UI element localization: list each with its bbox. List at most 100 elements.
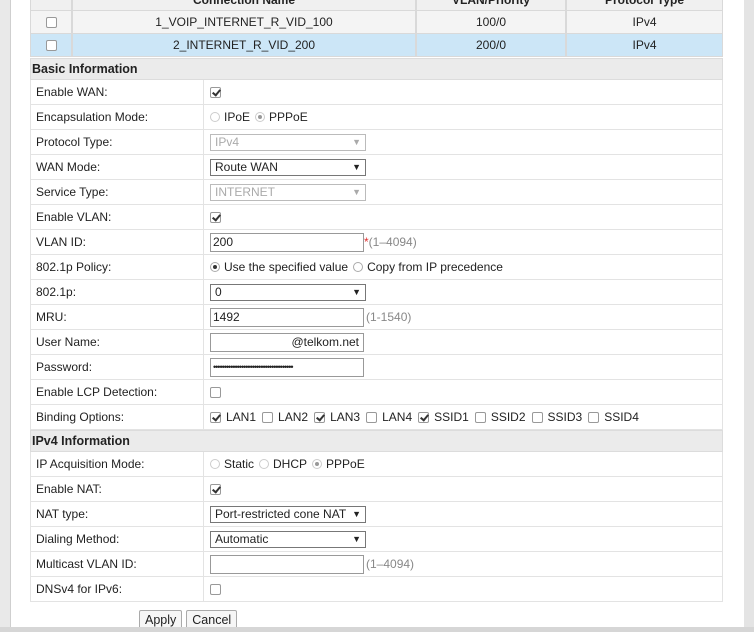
vlan-priority-cell: 200/0 — [416, 34, 566, 57]
pppoe-acquisition-radio[interactable] — [312, 459, 323, 469]
pppoe-acquisition-label: PPPoE — [326, 457, 365, 471]
wan-mode-select[interactable]: Route WAN ▼ — [210, 158, 366, 176]
copy-from-ip-precedence-radio[interactable] — [353, 262, 364, 272]
label-enable-lcp-detection: Enable LCP Detection: — [31, 380, 204, 404]
mru-input[interactable]: 1492 — [210, 307, 364, 327]
binding-ssid4-checkbox[interactable] — [588, 411, 600, 423]
binding-ssid2-checkbox[interactable] — [474, 411, 486, 423]
label-multicast-vlan-id: Multicast VLAN ID: — [31, 552, 204, 576]
row-enable-lcp-detection: Enable LCP Detection: — [30, 380, 723, 405]
static-radio[interactable] — [210, 459, 220, 469]
binding-lan3-checkbox[interactable] — [314, 411, 326, 423]
chevron-down-icon: ▼ — [352, 287, 361, 297]
header-select-cell — [30, 0, 72, 11]
password-input[interactable]: ••••••••••••••••••••••••••••••••••••• — [210, 357, 364, 377]
label-binding-options: Binding Options: — [31, 405, 204, 429]
row-service-type: Service Type: INTERNET ▼ — [30, 180, 723, 205]
row-8021p: 802.1p: 0 ▼ — [30, 280, 723, 305]
section-ipv4-information: IPv4 Information — [30, 430, 723, 452]
enable-vlan-checkbox[interactable] — [210, 211, 221, 223]
binding-lan2-label: LAN2 — [278, 410, 309, 424]
connection-name-cell[interactable]: 2_INTERNET_R_VID_200 — [72, 34, 416, 57]
binding-ssid1-label: SSID1 — [434, 410, 469, 424]
row-wan-mode: WAN Mode: Route WAN ▼ — [30, 155, 723, 180]
label-dialing-method: Dialing Method: — [31, 527, 204, 551]
row-dnsv4-for-ipv6: DNSv4 for IPv6: — [30, 577, 723, 602]
label-protocol-type: Protocol Type: — [31, 130, 204, 154]
label-ip-acquisition-mode: IP Acquisition Mode: — [31, 452, 204, 476]
row-enable-nat: Enable NAT: — [30, 477, 723, 502]
label-dnsv4-for-ipv6: DNSv4 for IPv6: — [31, 577, 204, 601]
connection-table-header: Connection Name VLAN/Priority Protocol T… — [30, 0, 723, 11]
ipoe-label: IPoE — [224, 110, 251, 124]
8021p-select[interactable]: 0 ▼ — [210, 283, 366, 301]
binding-lan4-checkbox[interactable] — [366, 411, 378, 423]
binding-ssid2-label: SSID2 — [490, 410, 526, 424]
label-wan-mode: WAN Mode: — [31, 155, 204, 179]
row-dialing-method: Dialing Method: Automatic ▼ — [30, 527, 723, 552]
binding-ssid3-checkbox[interactable] — [531, 411, 543, 423]
wan-config-form: Basic Information Enable WAN: Encapsulat… — [30, 58, 723, 602]
label-nat-type: NAT type: — [31, 502, 204, 526]
row-ip-acquisition-mode: IP Acquisition Mode: Static DHCP PPPoE — [30, 452, 723, 477]
label-8021p: 802.1p: — [31, 280, 204, 304]
row-multicast-vlan-id: Multicast VLAN ID: (1–4094) — [30, 552, 723, 577]
row-password: Password: ••••••••••••••••••••••••••••••… — [30, 355, 723, 380]
scrollbar-track[interactable] — [744, 0, 754, 632]
nat-type-select[interactable]: Port-restricted cone NAT ▼ — [210, 505, 366, 523]
chevron-down-icon: ▼ — [352, 509, 361, 519]
binding-lan1-label: LAN1 — [226, 410, 257, 424]
header-connection-name: Connection Name — [72, 0, 416, 11]
vlan-id-hint: (1–4094) — [368, 235, 417, 249]
use-specified-value-radio[interactable] — [210, 262, 220, 272]
table-row[interactable]: 1_VOIP_INTERNET_R_VID_100 100/0 IPv4 — [30, 11, 723, 34]
chevron-down-icon: ▼ — [352, 162, 361, 172]
row-nat-type: NAT type: Port-restricted cone NAT ▼ — [30, 502, 723, 527]
user-name-input[interactable]: @telkom.net — [210, 332, 364, 352]
static-label: Static — [224, 457, 255, 471]
connection-name-cell[interactable]: 1_VOIP_INTERNET_R_VID_100 — [72, 11, 416, 34]
label-enable-vlan: Enable VLAN: — [31, 205, 204, 229]
binding-lan1-checkbox[interactable] — [210, 411, 221, 423]
multicast-vlan-id-input[interactable] — [210, 554, 364, 574]
row-enable-wan: Enable WAN: — [30, 80, 723, 105]
mru-hint: (1-1540) — [366, 310, 412, 324]
row-user-name: User Name: @telkom.net — [30, 330, 723, 355]
dialing-method-select[interactable]: Automatic ▼ — [210, 530, 366, 548]
service-type-select[interactable]: INTERNET ▼ — [210, 183, 366, 201]
enable-nat-checkbox[interactable] — [210, 483, 221, 495]
section-basic-information: Basic Information — [30, 58, 723, 80]
row-select-checkbox[interactable] — [45, 39, 57, 51]
enable-lcp-detection-checkbox[interactable] — [210, 386, 221, 398]
binding-ssid3-label: SSID3 — [547, 410, 583, 424]
chevron-down-icon: ▼ — [352, 187, 361, 197]
label-vlan-id: VLAN ID: — [31, 230, 204, 254]
row-enable-vlan: Enable VLAN: — [30, 205, 723, 230]
multicast-vlan-id-hint: (1–4094) — [366, 557, 415, 571]
pppoe-label: PPPoE — [269, 110, 308, 124]
copy-from-ip-precedence-label: Copy from IP precedence — [367, 260, 503, 274]
bottom-edge — [0, 627, 754, 632]
label-encapsulation-mode: Encapsulation Mode: — [31, 105, 204, 129]
chevron-down-icon: ▼ — [352, 137, 361, 147]
binding-ssid4-label: SSID4 — [604, 410, 639, 424]
binding-ssid1-checkbox[interactable] — [418, 411, 430, 423]
row-select-checkbox[interactable] — [45, 16, 57, 28]
pppoe-radio[interactable] — [255, 112, 266, 122]
binding-lan2-checkbox[interactable] — [262, 411, 274, 423]
binding-lan3-label: LAN3 — [330, 410, 361, 424]
table-row-selected[interactable]: 2_INTERNET_R_VID_200 200/0 IPv4 — [30, 34, 723, 57]
label-8021p-policy: 802.1p Policy: — [31, 255, 204, 279]
chevron-down-icon: ▼ — [352, 534, 361, 544]
protocol-type-select[interactable]: IPv4 ▼ — [210, 133, 366, 151]
dnsv4-for-ipv6-checkbox[interactable] — [210, 583, 221, 595]
dhcp-radio[interactable] — [259, 459, 270, 469]
vlan-priority-cell: 100/0 — [416, 11, 566, 34]
row-8021p-policy: 802.1p Policy: Use the specified value C… — [30, 255, 723, 280]
header-vlan-priority: VLAN/Priority — [416, 0, 566, 11]
vlan-id-input[interactable]: 200 — [210, 232, 364, 252]
row-binding-options: Binding Options: LAN1 LAN2 LAN3 LAN4 SSI… — [30, 405, 723, 430]
ipoe-radio[interactable] — [210, 112, 220, 122]
protocol-type-cell: IPv4 — [566, 11, 723, 34]
enable-wan-checkbox[interactable] — [210, 86, 221, 98]
